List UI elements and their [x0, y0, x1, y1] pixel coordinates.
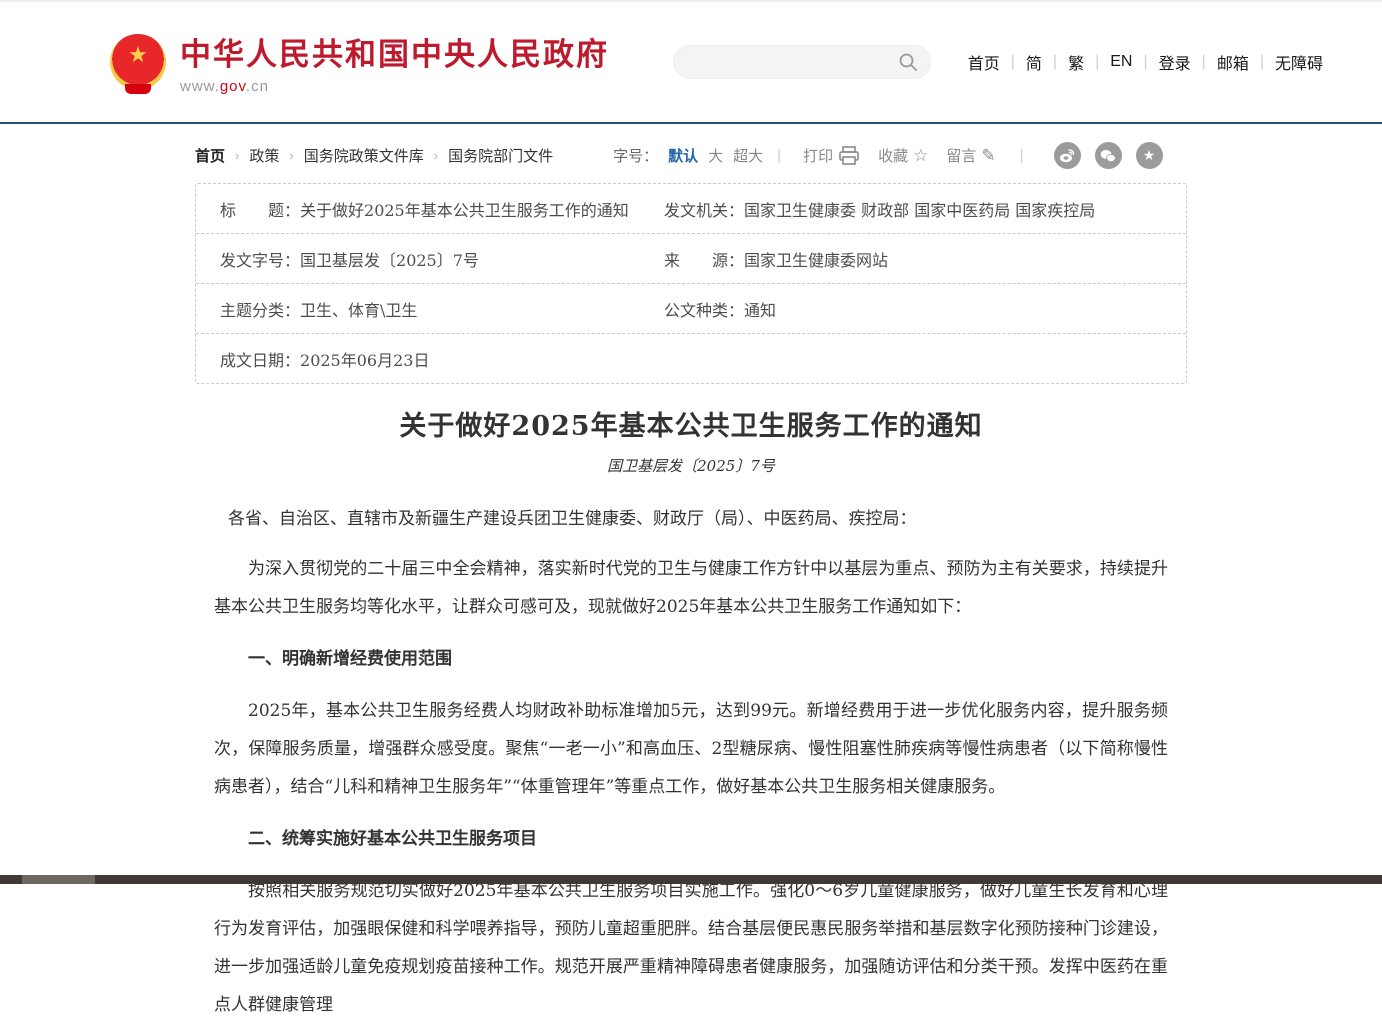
chevron-right-icon: ›: [289, 148, 293, 163]
meta-value-source: 国家卫生健康委网站: [744, 247, 888, 271]
search-input[interactable]: [686, 53, 898, 71]
emblem-ribbon: [125, 84, 151, 94]
document-number: 国卫基层发〔2025〕7号: [214, 455, 1168, 476]
print-button[interactable]: 打印: [803, 145, 860, 166]
meta-value-doc-number: 国卫基层发〔2025〕7号: [300, 247, 479, 271]
meta-value-topic-category: 卫生、体育\卫生: [300, 297, 417, 321]
favorites-share-icon[interactable]: ★: [1136, 142, 1163, 169]
meta-label-doc-type: 公文种类：: [664, 297, 744, 321]
search-icon[interactable]: [898, 52, 918, 72]
toolbar-separator: |: [777, 147, 781, 164]
meta-value-issuing-agency: 国家卫生健康委 财政部 国家中医药局 国家疾控局: [744, 197, 1095, 221]
site-title: 中华人民共和国中央人民政府: [180, 29, 609, 74]
meta-label-title: 标 题：: [220, 197, 300, 221]
intro-paragraph: 为深入贯彻党的二十届三中全会精神，落实新时代党的卫生与健康工作方针中以基层为重点…: [214, 550, 1168, 626]
section-1-paragraph: 2025年，基本公共卫生服务经费人均财政补助标准增加5元，达到99元。新增经费用…: [214, 692, 1168, 806]
document-body: 各省、自治区、直辖市及新疆生产建设兵团卫生健康委、财政厅（局）、中医药局、疾控局…: [214, 500, 1168, 1024]
breadcrumb: 首页 › 政策 › 国务院政策文件库 › 国务院部门文件: [195, 145, 553, 166]
breadcrumb-policy[interactable]: 政策: [249, 145, 279, 166]
meta-row: 成文日期： 2025年06月23日: [196, 334, 1186, 383]
meta-row: 标 题： 关于做好2025年基本公共卫生服务工作的通知 发文机关： 国家卫生健康…: [196, 184, 1186, 234]
meta-row: 发文字号： 国卫基层发〔2025〕7号 来 源： 国家卫生健康委网站: [196, 234, 1186, 284]
meta-value-title: 关于做好2025年基本公共卫生服务工作的通知: [300, 197, 629, 221]
font-size-large-button[interactable]: 大: [708, 145, 723, 166]
nav-simplified[interactable]: 简: [1015, 50, 1053, 74]
share-icons: ★: [1054, 142, 1163, 169]
chevron-right-icon: ›: [434, 148, 438, 163]
printer-icon: [838, 146, 860, 166]
section-heading-2: 二、统筹实施好基本公共卫生服务项目: [214, 820, 1168, 858]
meta-row: 主题分类： 卫生、体育\卫生 公文种类： 通知: [196, 284, 1186, 334]
footer-bar: [0, 875, 1382, 884]
comment-label: 留言: [946, 145, 976, 166]
national-emblem-logo: ★: [110, 34, 166, 90]
pencil-icon: ✎: [981, 146, 995, 166]
breadcrumb-department-docs[interactable]: 国务院部门文件: [448, 145, 553, 166]
meta-value-date: 2025年06月23日: [300, 347, 429, 371]
salutation-paragraph: 各省、自治区、直辖市及新疆生产建设兵团卫生健康委、财政厅（局）、中医药局、疾控局…: [214, 500, 1168, 538]
nav-home[interactable]: 首页: [957, 50, 1011, 74]
section-heading-1: 一、明确新增经费使用范围: [214, 640, 1168, 678]
footer-bar-segment: [22, 875, 95, 884]
weibo-share-icon[interactable]: [1054, 142, 1081, 169]
meta-label-issuing-agency: 发文机关：: [664, 197, 744, 221]
meta-label-date: 成文日期：: [220, 347, 300, 371]
section-2-paragraph: 按照相关服务规范切实做好2025年基本公共卫生服务项目实施工作。强化0～6岁儿童…: [214, 872, 1168, 1024]
site-header: ★ 中华人民共和国中央人民政府 www.gov.cn 首页| 简| 繁| EN|…: [0, 0, 1382, 124]
nav-accessibility[interactable]: 无障碍: [1264, 50, 1334, 74]
nav-english[interactable]: EN: [1099, 53, 1143, 71]
site-url-www: www.: [180, 78, 220, 95]
meta-label-doc-number: 发文字号：: [220, 247, 300, 271]
toolbar-separator: |: [1020, 147, 1024, 164]
search-box[interactable]: [673, 45, 931, 79]
favorite-button[interactable]: 收藏 ☆: [878, 145, 928, 166]
comment-button[interactable]: 留言 ✎: [946, 145, 995, 166]
font-size-control: 字号： 默认 大 超大: [613, 145, 763, 166]
favorite-label: 收藏: [878, 145, 908, 166]
star-outline-icon: ☆: [913, 146, 928, 166]
print-label: 打印: [803, 145, 833, 166]
nav-login[interactable]: 登录: [1148, 50, 1202, 74]
breadcrumb-home[interactable]: 首页: [195, 145, 225, 166]
font-size-default-button[interactable]: 默认: [668, 145, 698, 166]
meta-label-topic-category: 主题分类：: [220, 297, 300, 321]
site-url: www.gov.cn: [180, 78, 609, 95]
chevron-right-icon: ›: [235, 148, 239, 163]
document-meta-table: 标 题： 关于做好2025年基本公共卫生服务工作的通知 发文机关： 国家卫生健康…: [195, 183, 1187, 384]
site-brand[interactable]: ★ 中华人民共和国中央人民政府 www.gov.cn: [110, 29, 609, 95]
nav-mail[interactable]: 邮箱: [1206, 50, 1260, 74]
site-url-cn: .cn: [246, 78, 269, 95]
nav-traditional[interactable]: 繁: [1057, 50, 1095, 74]
meta-label-source: 来 源：: [664, 247, 744, 271]
wechat-share-icon[interactable]: [1095, 142, 1122, 169]
document-tools: 打印 收藏 ☆ 留言 ✎: [803, 145, 1006, 166]
site-url-gov: gov: [220, 78, 246, 95]
breadcrumb-policy-library[interactable]: 国务院政策文件库: [304, 145, 424, 166]
document-title: 关于做好2025年基本公共卫生服务工作的通知: [214, 404, 1168, 443]
top-nav: 首页| 简| 繁| EN| 登录| 邮箱| 无障碍: [957, 50, 1334, 74]
font-size-label: 字号：: [613, 145, 658, 166]
emblem-star-icon: ★: [128, 44, 148, 66]
article: 关于做好2025年基本公共卫生服务工作的通知 国卫基层发〔2025〕7号 各省、…: [214, 404, 1168, 1024]
breadcrumb-toolbar-row: 首页 › 政策 › 国务院政策文件库 › 国务院部门文件 字号： 默认 大 超大…: [195, 142, 1187, 169]
font-size-xlarge-button[interactable]: 超大: [733, 145, 763, 166]
meta-value-doc-type: 通知: [744, 297, 776, 321]
